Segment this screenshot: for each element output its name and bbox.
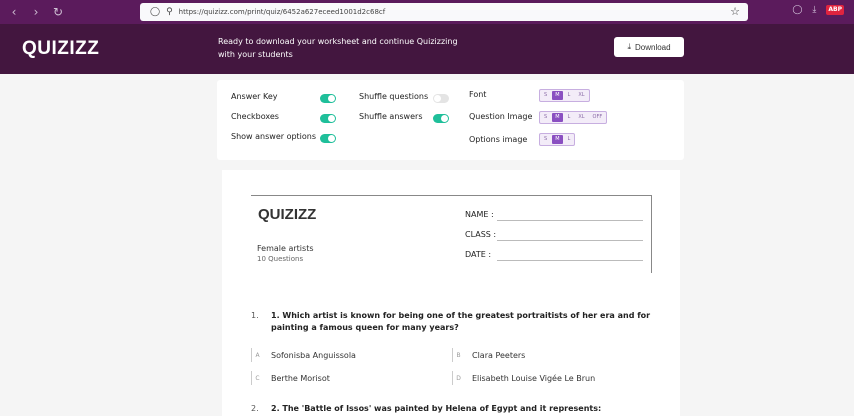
- class-label: CLASS :: [465, 230, 497, 239]
- question-number: 2.: [251, 404, 259, 413]
- print-settings-panel: Answer Key Checkboxes Show answer option…: [217, 80, 684, 160]
- class-line: [497, 240, 643, 241]
- options-image-size-l[interactable]: L: [565, 135, 574, 144]
- forward-icon[interactable]: ›: [26, 5, 46, 19]
- question-image-size-m[interactable]: M: [552, 113, 563, 122]
- download-icon[interactable]: ⤓: [812, 5, 816, 15]
- show-answer-options-toggle[interactable]: [320, 134, 336, 143]
- option-c: C Berthe Morisot: [251, 371, 330, 385]
- font-size-s[interactable]: S: [541, 91, 550, 100]
- setting-label: Question Image: [469, 112, 533, 121]
- lock-icon: ⚲: [166, 7, 173, 17]
- setting-checkboxes: Checkboxes: [231, 112, 279, 121]
- shuffle-questions-toggle[interactable]: [433, 94, 449, 103]
- name-field: NAME :: [465, 210, 494, 219]
- pocket-icon[interactable]: ◯: [792, 5, 802, 15]
- question-number: 1.: [251, 311, 259, 320]
- address-bar[interactable]: ◯ ⚲ https://quizizz.com/print/quiz/6452a…: [140, 3, 748, 21]
- font-size-selector: S M L XL: [539, 89, 590, 102]
- font-size-xl[interactable]: XL: [575, 91, 587, 100]
- adblock-icon[interactable]: ABP: [826, 5, 844, 15]
- question-image-size-l[interactable]: L: [565, 113, 574, 122]
- shuffle-answers-toggle[interactable]: [433, 114, 449, 123]
- setting-shuffle-answers: Shuffle answers: [359, 112, 422, 121]
- setting-label: Font: [469, 90, 487, 99]
- font-size-m[interactable]: M: [552, 91, 563, 100]
- options-image-size-m[interactable]: M: [552, 135, 563, 144]
- browser-nav: ‹ › ↻: [4, 5, 68, 19]
- setting-label: Shuffle answers: [359, 112, 423, 121]
- worksheet-header: QUIZIZZ Female artists 10 Questions NAME…: [251, 195, 652, 273]
- checkboxes-toggle[interactable]: [320, 114, 336, 123]
- question-1: 1. 1. Which artist is known for being on…: [251, 310, 661, 334]
- date-field: DATE :: [465, 250, 491, 259]
- option-a: A Sofonisba Anguissola: [251, 348, 356, 362]
- option-d: D Elisabeth Louise Vigée Le Brun: [452, 371, 595, 385]
- url-text: https://quizizz.com/print/quiz/6452a627e…: [178, 8, 386, 16]
- setting-show-answer-options: Show answer options: [231, 132, 316, 141]
- download-icon: ⤓: [627, 42, 631, 51]
- question-image-size-xl[interactable]: XL: [575, 113, 587, 122]
- download-label: Download: [634, 42, 671, 52]
- question-image-size-s[interactable]: S: [541, 113, 550, 122]
- worksheet-logo: QUIZIZZ: [258, 206, 317, 223]
- quizizz-logo[interactable]: QUIZIZZ: [22, 38, 99, 60]
- setting-label: Checkboxes: [231, 112, 279, 121]
- banner-message: Ready to download your worksheet and con…: [218, 37, 458, 59]
- extension-icons: ◯ ⤓ ABP: [792, 5, 844, 15]
- options-image-size-selector: S M L: [539, 133, 576, 146]
- download-button[interactable]: ⤓ Download: [614, 37, 684, 57]
- worksheet-preview: QUIZIZZ Female artists 10 Questions NAME…: [222, 170, 680, 416]
- setting-answer-key: Answer Key: [231, 92, 278, 101]
- date-line: [497, 260, 643, 261]
- options-image-size-s[interactable]: S: [541, 135, 550, 144]
- setting-question-image: Question Image: [469, 112, 532, 121]
- option-letter: A: [251, 348, 263, 362]
- name-line: [497, 220, 643, 221]
- bookmark-star-icon[interactable]: ☆: [730, 5, 740, 18]
- browser-toolbar: ‹ › ↻ ◯ ⚲ https://quizizz.com/print/quiz…: [0, 0, 854, 24]
- question-2: 2. 2. The 'Battle of Issos' was painted …: [251, 403, 661, 415]
- app-header: QUIZIZZ Ready to download your worksheet…: [0, 24, 854, 74]
- option-letter: D: [452, 371, 464, 385]
- answer-key-toggle[interactable]: [320, 94, 336, 103]
- option-b: B Clara Peeters: [452, 348, 525, 362]
- option-text: Elisabeth Louise Vigée Le Brun: [472, 373, 596, 383]
- option-text: Berthe Morisot: [271, 373, 330, 383]
- question-image-size-off[interactable]: OFF: [590, 113, 606, 122]
- question-count: 10 Questions: [257, 255, 304, 263]
- setting-label: Options image: [469, 135, 528, 144]
- back-icon[interactable]: ‹: [4, 5, 24, 19]
- setting-label: Answer Key: [231, 92, 278, 101]
- font-size-l[interactable]: L: [565, 91, 574, 100]
- setting-font: Font: [469, 90, 486, 99]
- worksheet-title: Female artists: [257, 244, 314, 253]
- setting-label: Shuffle questions: [359, 92, 429, 101]
- setting-options-image: Options image: [469, 135, 527, 144]
- option-letter: C: [251, 371, 263, 385]
- question-text: 1. Which artist is known for being one o…: [271, 311, 651, 332]
- setting-label: Show answer options: [231, 132, 317, 141]
- reload-icon[interactable]: ↻: [48, 5, 68, 19]
- name-label: NAME :: [465, 210, 494, 219]
- date-label: DATE :: [465, 250, 492, 259]
- class-field: CLASS :: [465, 230, 496, 239]
- shield-icon: ◯: [150, 7, 161, 17]
- question-text: 2. The 'Battle of Issos' was painted by …: [271, 404, 602, 413]
- option-text: Sofonisba Anguissola: [271, 350, 356, 360]
- question-image-size-selector: S M L XL OFF: [539, 111, 608, 124]
- option-text: Clara Peeters: [472, 350, 526, 360]
- setting-shuffle-questions: Shuffle questions: [359, 92, 428, 101]
- option-letter: B: [452, 348, 464, 362]
